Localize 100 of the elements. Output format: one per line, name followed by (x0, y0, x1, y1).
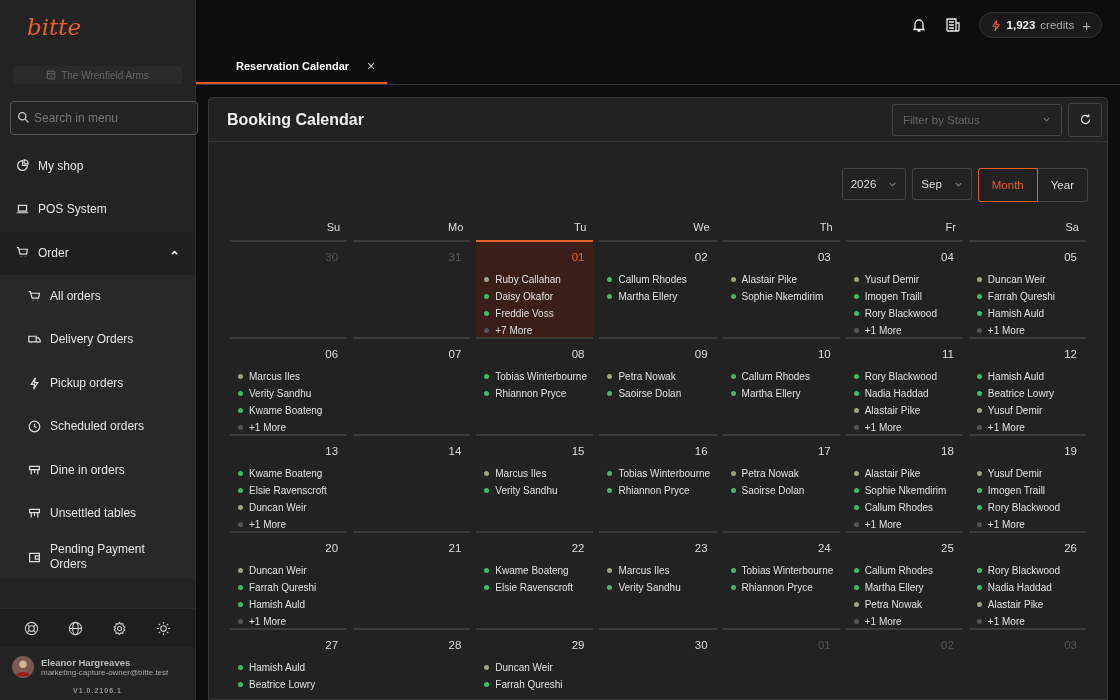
booking-entry[interactable]: Martha Ellery (605, 288, 711, 305)
booking-entry[interactable]: Petra Nowak (728, 465, 834, 482)
day-cell[interactable]: 08 Tobias Winterbourne Rhiannon Pryce (476, 339, 594, 436)
more-link[interactable]: +1 More (974, 613, 1080, 628)
day-cell[interactable]: 07 (353, 339, 471, 436)
booking-entry[interactable]: Yusuf Demir (851, 271, 957, 288)
booking-entry[interactable]: Freddie Voss (482, 305, 588, 322)
day-cell[interactable]: 24 Tobias Winterbourne Rhiannon Pryce (722, 533, 840, 630)
more-link[interactable]: +1 More (236, 516, 342, 531)
booking-entry[interactable]: Tobias Winterbourne (728, 562, 834, 579)
booking-entry[interactable]: Rhiannon Pryce (728, 579, 834, 596)
booking-entry[interactable]: Verity Sandhu (236, 385, 342, 402)
day-cell[interactable]: 22 Kwame Boateng Elsie Ravenscroft (476, 533, 594, 630)
booking-entry[interactable]: Beatrice Lowry (974, 385, 1080, 402)
add-credits-button[interactable]: + (1082, 16, 1091, 34)
booking-entry[interactable]: Marcus Iles (236, 368, 342, 385)
booking-entry[interactable]: Tobias Winterbourne (605, 465, 711, 482)
sun-icon[interactable] (155, 620, 171, 636)
more-link[interactable]: +7 More (482, 322, 588, 337)
more-link[interactable]: +1 More (974, 516, 1080, 531)
booking-entry[interactable]: Kwame Boateng (482, 562, 588, 579)
day-cell[interactable]: 28 (353, 630, 471, 693)
booking-entry[interactable]: Farrah Qureshi (482, 676, 588, 693)
booking-entry[interactable]: Tobias Winterbourne (482, 368, 588, 385)
booking-entry[interactable]: Imogen Traill (974, 482, 1080, 499)
booking-entry[interactable]: Duncan Weir (974, 271, 1080, 288)
booking-entry[interactable]: Alastair Pike (851, 465, 957, 482)
day-cell[interactable]: 29 Duncan Weir Farrah Qureshi (476, 630, 594, 693)
settings-icon[interactable] (111, 620, 127, 636)
bell-icon[interactable] (910, 17, 927, 33)
booking-entry[interactable]: Callum Rhodes (851, 499, 957, 516)
booking-entry[interactable]: Kwame Boateng (236, 402, 342, 419)
booking-entry[interactable]: Verity Sandhu (482, 482, 588, 499)
booking-entry[interactable]: Ruby Callahan (482, 271, 588, 288)
day-cell[interactable]: 19 Yusuf Demir Imogen Traill Rory Blackwood +1 More (968, 436, 1086, 533)
booking-entry[interactable]: Yusuf Demir (974, 465, 1080, 482)
view-toggle[interactable]: Year (1037, 168, 1088, 202)
booking-entry[interactable]: Rhiannon Pryce (482, 385, 588, 402)
day-cell[interactable]: 23 Marcus Iles Verity Sandhu (599, 533, 717, 630)
nav-subitem[interactable]: All orders (0, 274, 195, 318)
booking-entry[interactable]: Kwame Boateng (236, 465, 342, 482)
more-link[interactable]: +1 More (851, 322, 957, 337)
day-cell[interactable]: 26 Rory Blackwood Nadia Haddad Alastair Pike +1 More (968, 533, 1086, 630)
booking-entry[interactable]: Duncan Weir (482, 659, 588, 676)
booking-entry[interactable]: Alastair Pike (851, 402, 957, 419)
booking-entry[interactable]: Hamish Auld (236, 659, 342, 676)
more-link[interactable]: +1 More (851, 516, 957, 531)
nav-subitem[interactable]: Delivery Orders (0, 318, 195, 362)
newspaper-icon[interactable] (944, 17, 961, 33)
view-toggle[interactable]: Month (977, 168, 1038, 202)
booking-entry[interactable]: Alastair Pike (728, 271, 834, 288)
day-cell[interactable]: 04 Yusuf Demir Imogen Traill Rory Blackwood +1 More (845, 242, 963, 339)
day-cell[interactable]: 10 Callum Rhodes Martha Ellery (722, 339, 840, 436)
booking-entry[interactable]: Petra Nowak (851, 596, 957, 613)
day-cell[interactable]: 09 Petra Nowak Saoirse Dolan (599, 339, 717, 436)
nav-subitem[interactable]: Dine in orders (0, 448, 195, 492)
booking-entry[interactable]: Marcus Iles (605, 562, 711, 579)
day-cell[interactable]: 11 Rory Blackwood Nadia Haddad Alastair Pike +1 More (845, 339, 963, 436)
booking-entry[interactable]: Callum Rhodes (728, 368, 834, 385)
close-tab-button[interactable]: × (367, 58, 376, 74)
booking-entry[interactable]: Martha Ellery (728, 385, 834, 402)
globe-icon[interactable] (68, 620, 84, 636)
more-link[interactable]: +1 More (851, 419, 957, 434)
booking-entry[interactable]: Callum Rhodes (605, 271, 711, 288)
booking-entry[interactable]: Yusuf Demir (974, 402, 1080, 419)
booking-entry[interactable]: Nadia Haddad (851, 385, 957, 402)
day-cell[interactable]: 06 Marcus Iles Verity Sandhu Kwame Boateng +1 More (230, 339, 348, 436)
year-select[interactable]: 2026 (841, 168, 907, 200)
booking-entry[interactable]: Rory Blackwood (851, 368, 957, 385)
booking-entry[interactable]: Callum Rhodes (851, 562, 957, 579)
booking-entry[interactable]: Hamish Auld (974, 368, 1080, 385)
more-link[interactable]: +1 More (974, 419, 1080, 434)
nav-item[interactable]: My shop (0, 144, 195, 188)
booking-entry[interactable]: Saoirse Dolan (605, 385, 711, 402)
day-cell[interactable]: 20 Duncan Weir Farrah Qureshi Hamish Auld +1 More (230, 533, 348, 630)
more-link[interactable]: +1 More (236, 613, 342, 628)
day-cell[interactable]: 17 Petra Nowak Saoirse Dolan (722, 436, 840, 533)
day-cell[interactable]: 21 (353, 533, 471, 630)
booking-entry[interactable]: Elsie Ravenscroft (236, 482, 342, 499)
nav-subitem[interactable]: Pending Payment Orders (0, 535, 195, 579)
booking-entry[interactable]: Petra Nowak (605, 368, 711, 385)
booking-entry[interactable]: Hamish Auld (974, 305, 1080, 322)
day-cell[interactable]: 30 (599, 630, 717, 693)
day-cell[interactable]: 12 Hamish Auld Beatrice Lowry Yusuf Demir +1 More (968, 339, 1086, 436)
booking-entry[interactable]: Duncan Weir (236, 562, 342, 579)
day-cell[interactable]: 15 Marcus Iles Verity Sandhu (476, 436, 594, 533)
day-cell[interactable]: 14 (353, 436, 471, 533)
nav-item[interactable]: POS System (0, 187, 195, 231)
day-cell[interactable]: 02 Callum Rhodes Martha Ellery (599, 242, 717, 339)
month-select[interactable]: Sep (912, 168, 972, 200)
booking-entry[interactable]: Rory Blackwood (851, 305, 957, 322)
booking-entry[interactable]: Daisy Okafor (482, 288, 588, 305)
booking-entry[interactable]: Alastair Pike (974, 596, 1080, 613)
day-cell[interactable]: 25 Callum Rhodes Martha Ellery Petra Nowak +1 More (845, 533, 963, 630)
booking-entry[interactable]: Sophie Nkemdirim (851, 482, 957, 499)
day-cell[interactable]: 01 Ruby Callahan Daisy Okafor Freddie Voss +7 More (476, 242, 594, 339)
booking-entry[interactable]: Imogen Traill (851, 288, 957, 305)
refresh-button[interactable] (1068, 102, 1102, 137)
nav-subitem[interactable]: Unsettled tables (0, 492, 195, 536)
day-cell[interactable]: 05 Duncan Weir Farrah Qureshi Hamish Auld +1 More (968, 242, 1086, 339)
